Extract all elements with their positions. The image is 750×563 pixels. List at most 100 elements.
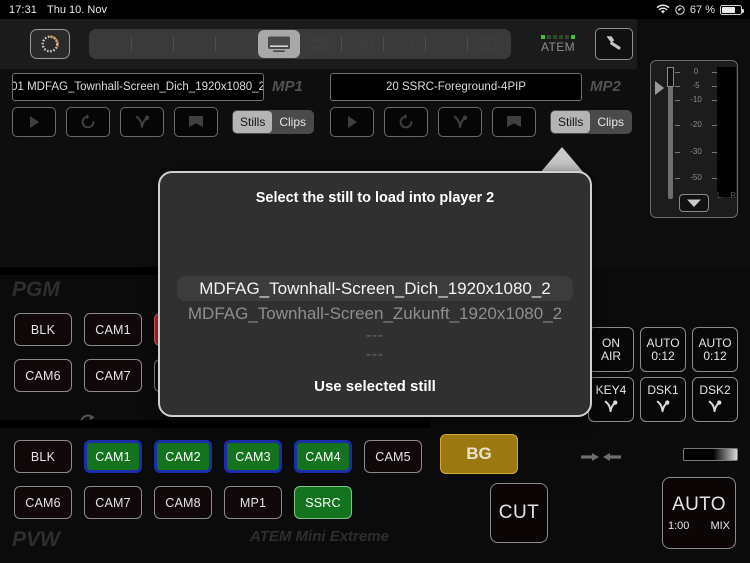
- mp2-key-button[interactable]: [438, 107, 482, 137]
- pvw-cam1-button[interactable]: CAM1: [84, 440, 142, 473]
- mp1-source-name[interactable]: 01 MDFAG_Townhall-Screen_Dich_1920x1080_…: [12, 73, 264, 101]
- auto-button[interactable]: AUTO 1:00 MIX: [662, 477, 736, 549]
- mp1-loop-button[interactable]: [66, 107, 110, 137]
- pgm-cam1-button[interactable]: CAM1: [84, 313, 142, 346]
- battery-percent: 67 %: [689, 3, 715, 16]
- mp1-stills-clips-toggle[interactable]: Stills Clips: [232, 110, 315, 134]
- pvw-cam8-button[interactable]: CAM8: [154, 486, 212, 519]
- pvw-cam6-button[interactable]: CAM6: [14, 486, 72, 519]
- tab-supersource[interactable]: [341, 30, 384, 58]
- tab-more[interactable]: [467, 30, 510, 58]
- loop-icon: [80, 114, 96, 130]
- pvw-blk-button[interactable]: BLK: [14, 440, 72, 473]
- status-date: Thu 10. Nov: [47, 3, 107, 16]
- transition-arrows: [580, 450, 622, 464]
- mp1-play-button[interactable]: [12, 107, 56, 137]
- pvw-mp1-button[interactable]: MP1: [224, 486, 282, 519]
- pvw-cam3-button[interactable]: CAM3: [224, 440, 282, 473]
- audio-tick-1: -5: [675, 81, 717, 90]
- mp1-clips-option[interactable]: Clips: [272, 111, 313, 133]
- key-icon: [602, 399, 620, 415]
- tab-multiview[interactable]: [300, 30, 342, 58]
- mp2-play-button[interactable]: [330, 107, 374, 137]
- pgm-blk-button[interactable]: BLK: [14, 313, 72, 346]
- tab-camera-control[interactable]: 1: [383, 30, 426, 58]
- audio-level-meters: [717, 67, 736, 197]
- tab-audio-output[interactable]: [425, 30, 468, 58]
- status-time: 17:31: [9, 3, 38, 16]
- pvw-cam4-button[interactable]: CAM4: [294, 440, 352, 473]
- mp2-clips-option[interactable]: Clips: [590, 111, 631, 133]
- still-list-item-0[interactable]: MDFAG_Townhall-Screen_Dich_1920x1080_2: [177, 276, 573, 301]
- mp1-flag-button[interactable]: [174, 107, 218, 137]
- pvw-divider: [0, 420, 430, 428]
- location-icon: [675, 4, 685, 15]
- still-list-item-3[interactable]: ---: [160, 345, 590, 364]
- dsk1-label: DSK1: [647, 383, 679, 397]
- camera-control-icon: 1: [396, 35, 414, 53]
- picture-in-picture-icon: [353, 35, 373, 53]
- mp2-source-name[interactable]: 20 SSRC-Foreground-4PIP: [330, 73, 582, 101]
- dsk2-button[interactable]: DSK2: [692, 377, 738, 422]
- auto-label: AUTO: [672, 494, 726, 515]
- pvw-cam5-button[interactable]: CAM5: [364, 440, 422, 473]
- chevron-down-icon: [686, 198, 702, 208]
- pvw-cam2-button[interactable]: CAM2: [154, 440, 212, 473]
- atem-connection-status: ATEM: [533, 34, 583, 54]
- audio-tick-5: -50: [675, 173, 717, 182]
- mp2-flag-button[interactable]: [492, 107, 536, 137]
- on-air-line2: AIR: [600, 348, 621, 363]
- grid-dots-icon: [480, 37, 498, 51]
- app-root: 17:31 Thu 10. Nov 67 % 1 ATEM 01 MDFAG_T…: [0, 0, 750, 563]
- pgm-cam6-button[interactable]: CAM6: [14, 359, 72, 392]
- key-icon: [134, 114, 151, 131]
- auto-key-label: AUTO: [646, 335, 680, 350]
- tab-dve[interactable]: [173, 30, 216, 58]
- atem-led-row: [533, 34, 583, 39]
- audio-fader-knob[interactable]: [667, 67, 674, 87]
- wifi-icon: [656, 4, 670, 15]
- transition-arrows-icon: [580, 450, 622, 464]
- auto-key-duration: 0:12: [651, 348, 675, 363]
- still-list-item-2[interactable]: ---: [160, 326, 590, 345]
- cut-button[interactable]: CUT: [490, 483, 548, 543]
- dsk1-button[interactable]: DSK1: [640, 377, 686, 422]
- play-icon: [26, 114, 42, 130]
- audio-fader-track[interactable]: [668, 69, 673, 199]
- battery-icon: [720, 4, 744, 15]
- mp1-key-button[interactable]: [120, 107, 164, 137]
- pgm-label: PGM: [12, 278, 60, 301]
- mp1-tag: MP1: [272, 78, 303, 95]
- auto-dsk-button[interactable]: AUTO 0:12: [692, 327, 738, 372]
- bg-transition-button[interactable]: BG: [440, 434, 518, 474]
- mp1-stills-option[interactable]: Stills: [233, 111, 273, 133]
- tab-key[interactable]: [215, 30, 258, 58]
- mp2-stills-clips-toggle[interactable]: Stills Clips: [550, 110, 633, 134]
- still-list-item-1[interactable]: MDFAG_Townhall-Screen_Zukunft_1920x1080_…: [160, 301, 590, 326]
- mp2-stills-option[interactable]: Stills: [551, 111, 591, 133]
- settings-button[interactable]: [595, 28, 633, 60]
- key4-label: KEY4: [595, 383, 627, 397]
- tab-media-play[interactable]: [131, 30, 174, 58]
- auto-dsk-duration: 0:12: [703, 348, 727, 363]
- pvw-ssrc-button[interactable]: SSRC: [294, 486, 352, 519]
- audio-collapse-button[interactable]: [679, 194, 709, 212]
- pvw-cam7-button[interactable]: CAM7: [84, 486, 142, 519]
- record-button[interactable]: [30, 29, 70, 59]
- audio-label-right: R: [730, 191, 736, 200]
- tab-media-players[interactable]: [258, 30, 300, 58]
- key4-button[interactable]: KEY4: [588, 377, 634, 422]
- pgm-cam7-button[interactable]: CAM7: [84, 359, 142, 392]
- media-play-icon: [144, 35, 162, 53]
- transition-tbar[interactable]: [683, 448, 738, 461]
- audio-tick-3: -20: [675, 120, 717, 129]
- play-icon: [344, 114, 360, 130]
- auto-key-button[interactable]: AUTO 0:12: [640, 327, 686, 372]
- on-air-button[interactable]: ON AIR: [588, 327, 634, 372]
- monitor-icon: [267, 35, 291, 53]
- device-label: ATEM Mini Extreme: [250, 528, 389, 545]
- mp2-loop-button[interactable]: [384, 107, 428, 137]
- move-icon: [186, 35, 204, 53]
- use-selected-still-button[interactable]: Use selected still: [160, 378, 590, 395]
- tab-audio[interactable]: [90, 30, 132, 58]
